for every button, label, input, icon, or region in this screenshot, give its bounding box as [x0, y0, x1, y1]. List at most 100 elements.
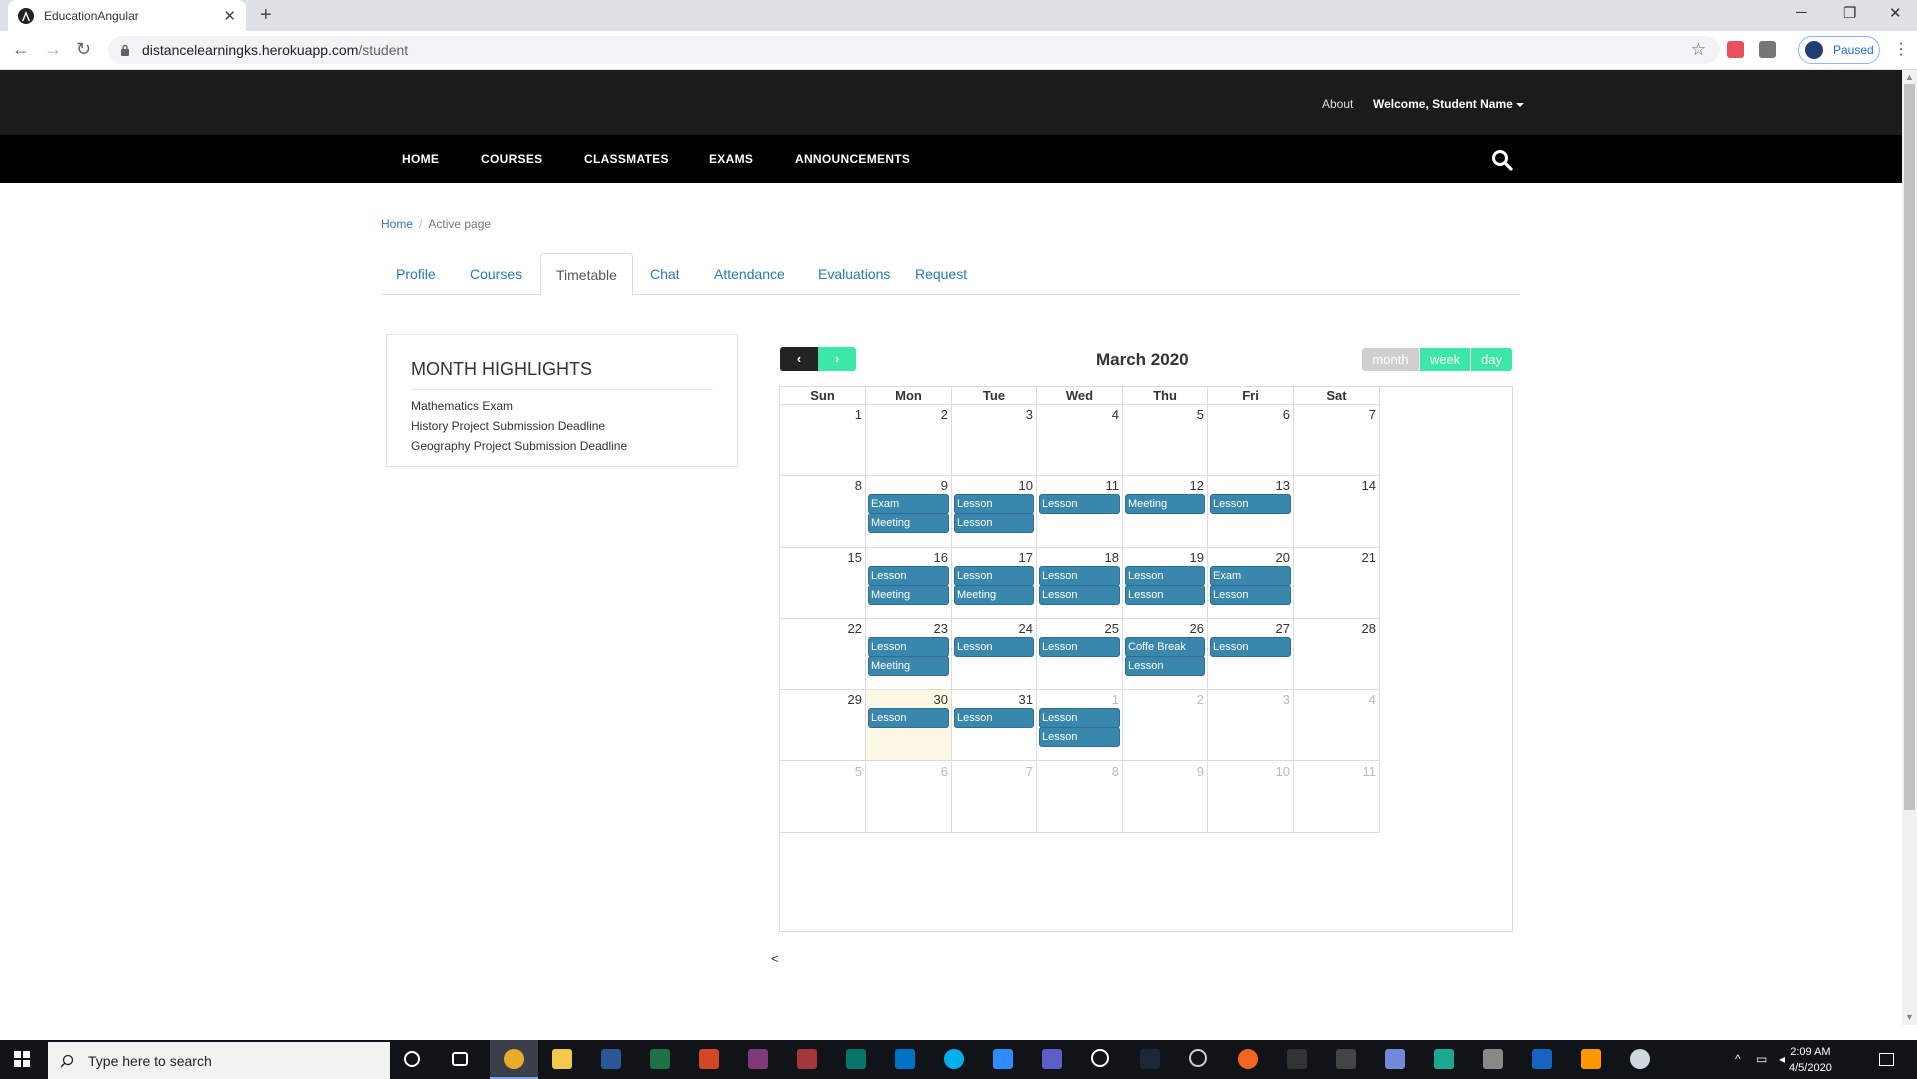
- discord-icon[interactable]: [1385, 1049, 1405, 1069]
- calendar-event[interactable]: Lesson: [1039, 494, 1120, 515]
- minimize-icon[interactable]: ─: [1796, 4, 1807, 21]
- nav-classmates[interactable]: CLASSMATES: [584, 152, 669, 166]
- origin-icon[interactable]: [1238, 1049, 1258, 1069]
- notifications-icon[interactable]: [1879, 1053, 1894, 1066]
- app-icon[interactable]: [1483, 1049, 1503, 1069]
- calendar-day[interactable]: 10 Lesson Lesson: [952, 476, 1037, 548]
- calendar-event[interactable]: Exam: [868, 494, 949, 515]
- calendar-day[interactable]: 3: [952, 405, 1037, 477]
- calendar-day[interactable]: 5: [780, 761, 866, 833]
- calendar-day[interactable]: 11 Lesson: [1037, 476, 1123, 548]
- tab-close-icon[interactable]: ✕: [223, 7, 236, 25]
- calendar-day[interactable]: 17 Lesson Meeting: [952, 547, 1037, 619]
- excel-icon[interactable]: [650, 1049, 670, 1069]
- calendar-day[interactable]: 27 Lesson: [1208, 618, 1294, 691]
- calendar-day[interactable]: 1 Lesson Lesson: [1037, 690, 1123, 762]
- restore-icon[interactable]: ❐: [1843, 4, 1856, 22]
- calendar-event[interactable]: Meeting: [868, 513, 949, 534]
- powerpoint-icon[interactable]: [699, 1049, 719, 1069]
- calendar-event[interactable]: Lesson: [1210, 636, 1291, 657]
- breadcrumb-home[interactable]: Home: [381, 217, 413, 231]
- back-icon[interactable]: ←: [12, 39, 30, 60]
- calendar-event[interactable]: Lesson: [954, 708, 1034, 729]
- calendar-event[interactable]: Meeting: [868, 655, 949, 676]
- view-day-button[interactable]: day: [1471, 348, 1512, 371]
- cortana-icon[interactable]: [404, 1051, 420, 1067]
- calendar-day[interactable]: 7: [1294, 405, 1380, 477]
- calendar-event[interactable]: Lesson: [1039, 708, 1120, 729]
- address-bar[interactable]: distancelearningks.herokuapp.com/student…: [108, 36, 1720, 64]
- calendar-event[interactable]: Meeting: [954, 584, 1034, 605]
- scroll-down-icon[interactable]: ▼: [1905, 1012, 1914, 1022]
- steam-icon[interactable]: [1140, 1049, 1160, 1069]
- obs-icon[interactable]: [1189, 1049, 1207, 1067]
- teams-icon[interactable]: [1042, 1049, 1062, 1069]
- calendar-event[interactable]: Lesson: [954, 565, 1034, 586]
- bookmark-star-icon[interactable]: ☆: [1691, 40, 1706, 60]
- calendar-event[interactable]: Lesson: [868, 565, 949, 586]
- nav-home[interactable]: HOME: [402, 152, 439, 166]
- nav-announcements[interactable]: ANNOUNCEMENTS: [795, 152, 910, 166]
- new-tab-icon[interactable]: +: [260, 4, 272, 27]
- nav-exams[interactable]: EXAMS: [709, 152, 753, 166]
- visual-studio-icon[interactable]: [1532, 1049, 1552, 1069]
- tab-evaluations[interactable]: Evaluations: [803, 253, 905, 295]
- epic-games-icon[interactable]: [1287, 1049, 1307, 1069]
- calendar-day[interactable]: 28: [1294, 618, 1380, 691]
- about-link[interactable]: About: [1322, 97, 1353, 111]
- page-scrollbar[interactable]: ▲ ▼: [1902, 70, 1917, 1025]
- view-month-button[interactable]: month: [1362, 348, 1419, 371]
- paint-icon[interactable]: [1630, 1049, 1650, 1069]
- calendar-next-button[interactable]: ›: [818, 347, 856, 371]
- profile-button[interactable]: Paused: [1798, 36, 1880, 64]
- calendar-day[interactable]: 26 Coffe Break Lesson: [1123, 618, 1208, 691]
- calendar-event[interactable]: Lesson: [1039, 636, 1120, 657]
- calendar-prev-button[interactable]: ‹: [780, 347, 818, 371]
- tab-chat[interactable]: Chat: [635, 253, 695, 295]
- user-dropdown[interactable]: Welcome, Student Name: [1373, 97, 1524, 111]
- browser-tab[interactable]: EducationAngular ✕: [8, 0, 246, 31]
- calendar-day[interactable]: 19 Lesson Lesson: [1123, 547, 1208, 619]
- calendar-day[interactable]: 8: [780, 476, 866, 548]
- calendar-event[interactable]: Meeting: [1125, 494, 1205, 515]
- outlook-icon[interactable]: [895, 1049, 915, 1069]
- calendar-day-today[interactable]: 30 Lesson: [866, 690, 952, 762]
- network-icon[interactable]: ▭: [1756, 1052, 1767, 1066]
- tab-profile[interactable]: Profile: [381, 253, 451, 295]
- calendar-event[interactable]: Exam: [1210, 565, 1291, 586]
- tab-courses[interactable]: Courses: [455, 253, 537, 295]
- calendar-day[interactable]: 3: [1208, 690, 1294, 762]
- forward-icon[interactable]: →: [44, 39, 62, 60]
- calendar-day[interactable]: 5: [1123, 405, 1208, 477]
- search-icon[interactable]: [1491, 149, 1513, 171]
- chrome-icon[interactable]: [504, 1049, 524, 1069]
- calendar-day[interactable]: 9: [1123, 761, 1208, 833]
- reload-icon[interactable]: ↻: [76, 39, 91, 60]
- tab-request[interactable]: Request: [900, 253, 982, 295]
- calendar-day[interactable]: 23 Lesson Meeting: [866, 618, 952, 691]
- calendar-day[interactable]: 4: [1037, 405, 1123, 477]
- calendar-day[interactable]: 4: [1294, 690, 1380, 762]
- calendar-event[interactable]: Lesson: [1039, 565, 1120, 586]
- calendar-event[interactable]: Lesson: [868, 636, 949, 657]
- media-player-icon[interactable]: [1091, 1049, 1109, 1067]
- calendar-event[interactable]: Lesson: [954, 494, 1034, 515]
- calendar-day[interactable]: 7: [952, 761, 1037, 833]
- calendar-day[interactable]: 29: [780, 690, 866, 762]
- calendar-event[interactable]: Lesson: [1039, 727, 1120, 748]
- calendar-day[interactable]: 31 Lesson: [952, 690, 1037, 762]
- skype-icon[interactable]: [944, 1049, 964, 1069]
- publisher-icon[interactable]: [846, 1049, 866, 1069]
- calendar-day[interactable]: 6: [866, 761, 952, 833]
- calendar-day[interactable]: 14: [1294, 476, 1380, 548]
- onenote-icon[interactable]: [748, 1049, 768, 1069]
- view-week-button[interactable]: week: [1420, 348, 1470, 371]
- gitkraken-icon[interactable]: [1434, 1049, 1454, 1069]
- calendar-event[interactable]: Lesson: [1210, 494, 1291, 515]
- calendar-event[interactable]: Lesson: [1210, 584, 1291, 605]
- sublime-text-icon[interactable]: [1581, 1049, 1601, 1069]
- scrollbar-thumb[interactable]: [1904, 84, 1915, 810]
- calendar-day[interactable]: 22: [780, 618, 866, 691]
- scroll-up-icon[interactable]: ▲: [1905, 72, 1914, 82]
- calendar-event[interactable]: Lesson: [1125, 655, 1205, 676]
